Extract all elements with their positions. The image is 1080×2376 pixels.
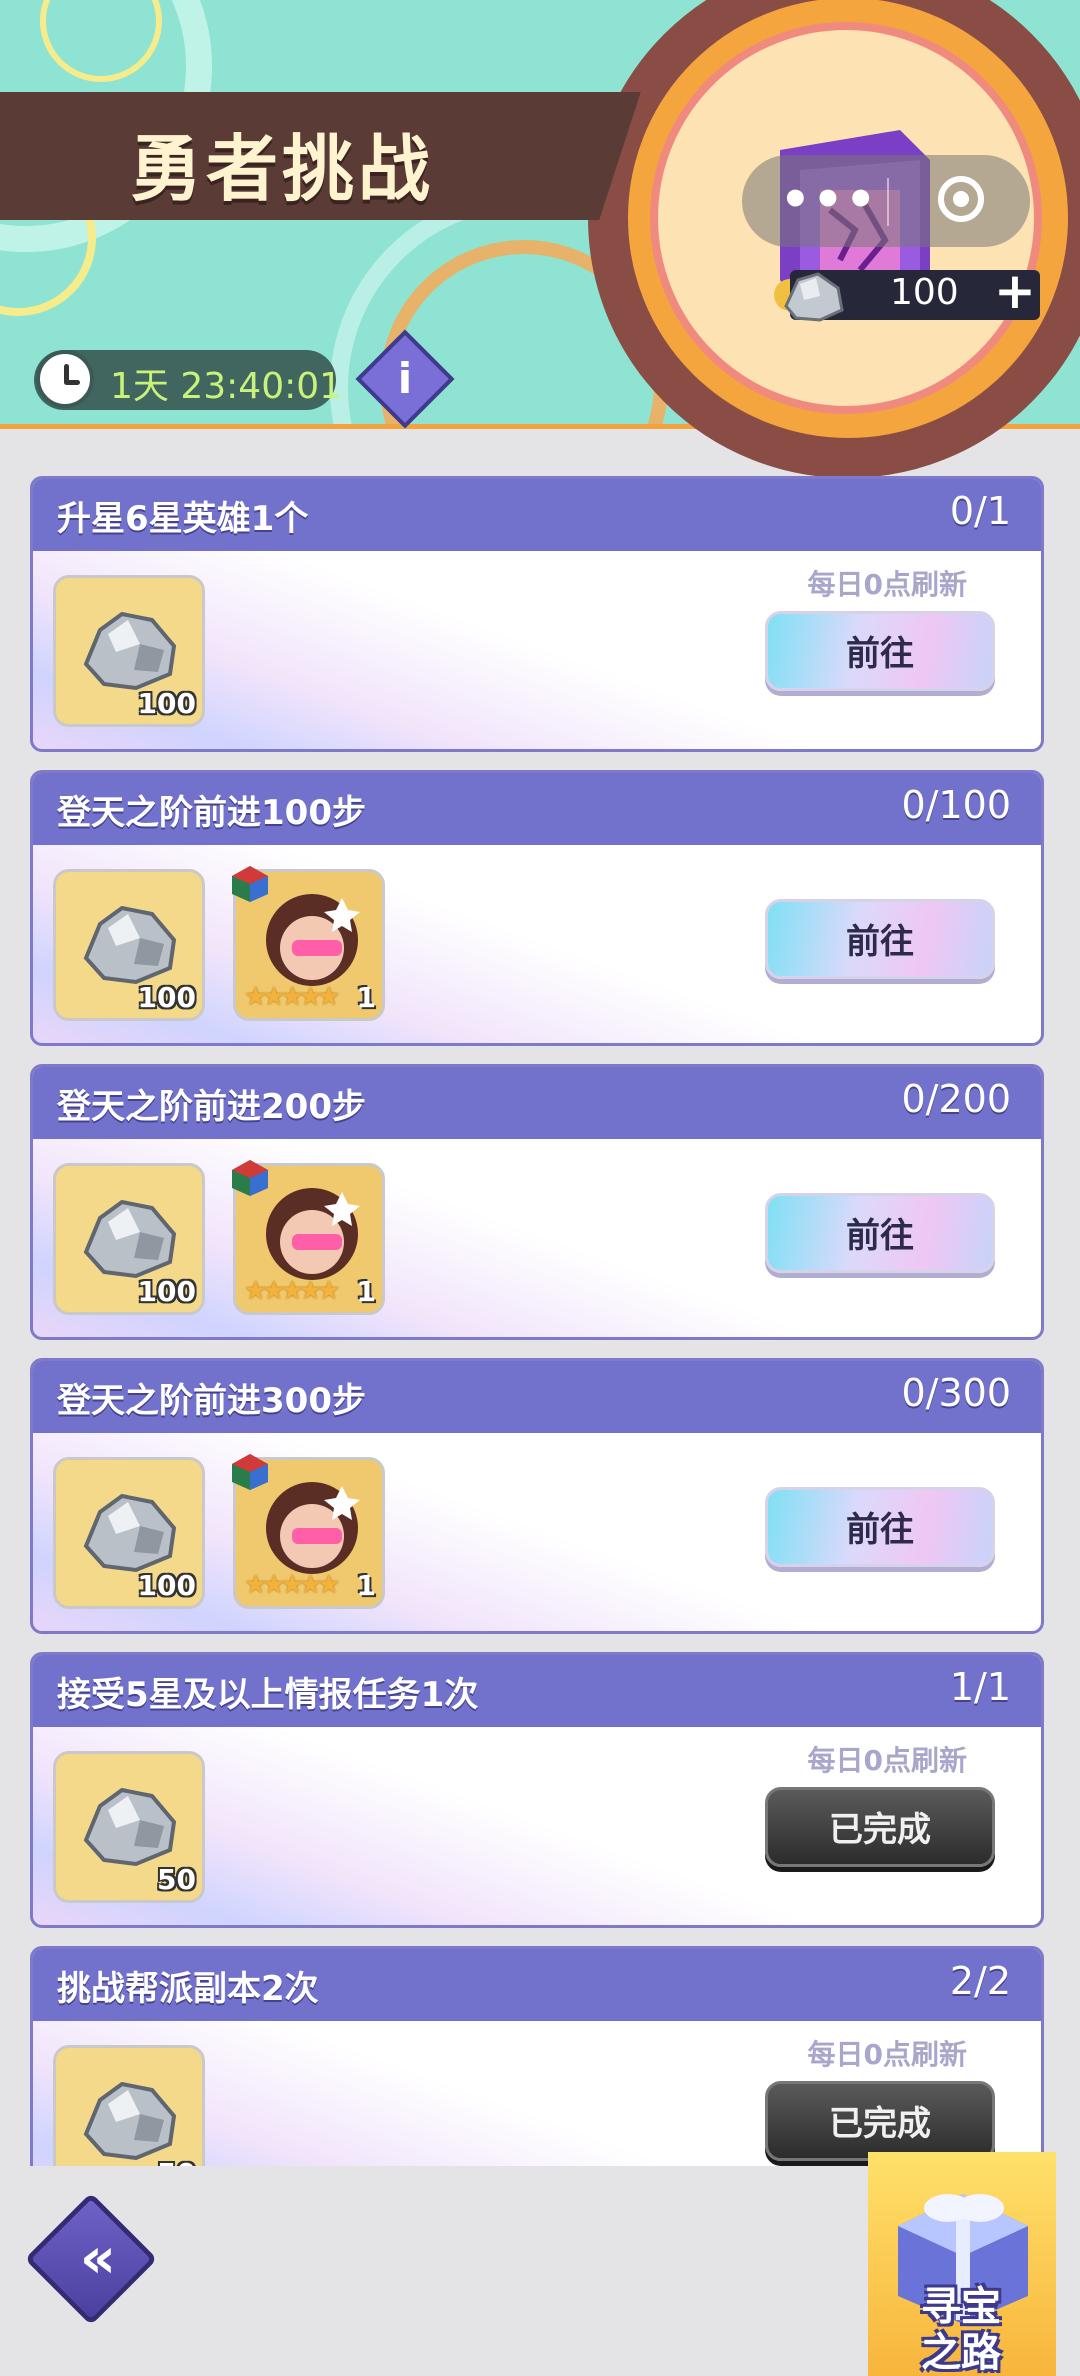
reward-quantity: 50: [157, 2157, 196, 2166]
task-card: 升星6星英雄1个 0/1 100 每日0点刷新 前往: [30, 476, 1044, 752]
task-progress: 0/300: [901, 1371, 1011, 1415]
countdown-text: 1天 23:40:01: [110, 366, 343, 407]
task-title: 登天之阶前进200步: [57, 1087, 366, 1127]
page-title: 勇者挑战: [130, 127, 435, 211]
task-title: 接受5星及以上情报任务1次: [57, 1675, 479, 1715]
task-header: 登天之阶前进300步 0/300: [33, 1361, 1041, 1433]
task-title: 登天之阶前进300步: [57, 1381, 366, 1421]
completed-button[interactable]: 已完成: [765, 1787, 995, 1867]
reward-quantity: 1: [356, 1569, 376, 1602]
reward-item-ore[interactable]: 50: [53, 2045, 205, 2166]
task-progress: 0/200: [901, 1077, 1011, 1121]
go-button[interactable]: 前往: [765, 899, 995, 979]
completed-button[interactable]: 已完成: [765, 2081, 995, 2161]
add-currency-button[interactable]: +: [994, 262, 1036, 320]
double-chevron-left-icon[interactable]: «: [44, 2212, 138, 2306]
reward-item-ore[interactable]: 100: [53, 869, 205, 1021]
reward-item-hero[interactable]: ★★★★★ 1: [232, 866, 385, 1021]
silver-ore-icon: [83, 2081, 177, 2161]
reward-quantity: 1: [356, 1275, 376, 1308]
silver-ore-icon: [83, 611, 177, 691]
silver-ore-icon: [83, 1787, 177, 1867]
reward-quantity: 100: [137, 1569, 196, 1602]
silver-ore-icon: [83, 1493, 177, 1573]
element-gem-icon: [232, 1160, 268, 1196]
reward-item-hero[interactable]: ★★★★★ 1: [232, 1454, 385, 1609]
task-title: 升星6星英雄1个: [57, 499, 309, 539]
more-menu-icon[interactable]: •••: [780, 172, 878, 228]
task-list[interactable]: 升星6星英雄1个 0/1 100 每日0点刷新 前往 登天之阶前进100步 0/…: [0, 429, 1080, 2166]
task-title: 登天之阶前进100步: [57, 793, 366, 833]
info-icon[interactable]: i: [370, 344, 440, 414]
silver-ore-icon: [784, 272, 844, 322]
task-card: 登天之阶前进100步 0/100 100 ★★★★★ 1 前往: [30, 770, 1044, 1046]
treasure-road-label: 寻宝之路: [921, 2284, 1001, 2376]
task-progress: 0/1: [949, 489, 1011, 533]
reward-item-ore[interactable]: 100: [53, 1163, 205, 1315]
task-card: 登天之阶前进300步 0/300 100 ★★★★★ 1 前往: [30, 1358, 1044, 1634]
task-card: 登天之阶前进200步 0/200 100 ★★★★★ 1 前往: [30, 1064, 1044, 1340]
capsule-divider: [887, 178, 889, 226]
reward-item-hero[interactable]: ★★★★★ 1: [232, 1160, 385, 1315]
reward-quantity: 1: [356, 981, 376, 1014]
task-header: 升星6星英雄1个 0/1: [33, 479, 1041, 551]
refresh-note: 每日0点刷新: [807, 2038, 967, 2071]
task-card: 挑战帮派副本2次 2/2 50 每日0点刷新 已完成: [30, 1946, 1044, 2166]
element-gem-icon: [232, 866, 268, 902]
element-gem-icon: [232, 1454, 268, 1490]
task-card: 接受5星及以上情报任务1次 1/1 50 每日0点刷新 已完成: [30, 1652, 1044, 1928]
reward-quantity: 100: [137, 981, 196, 1014]
clock-icon: [36, 350, 94, 408]
reward-quantity: 100: [137, 1275, 196, 1308]
reward-item-ore[interactable]: 100: [53, 1457, 205, 1609]
go-button[interactable]: 前往: [765, 611, 995, 691]
reward-item-ore[interactable]: 100: [53, 575, 205, 727]
go-button[interactable]: 前往: [765, 1487, 995, 1567]
refresh-note: 每日0点刷新: [807, 1744, 967, 1777]
hero-stars: ★★★★★: [244, 1570, 341, 1600]
task-progress: 2/2: [949, 1959, 1011, 2003]
refresh-note: 每日0点刷新: [807, 568, 967, 601]
reward-quantity: 50: [157, 1863, 196, 1896]
silver-ore-icon: [83, 1199, 177, 1279]
hero-stars: ★★★★★: [244, 982, 341, 1012]
task-title: 挑战帮派副本2次: [57, 1969, 319, 2009]
task-header: 挑战帮派副本2次 2/2: [33, 1949, 1041, 2021]
hero-stars: ★★★★★: [244, 1276, 341, 1306]
task-header: 登天之阶前进200步 0/200: [33, 1067, 1041, 1139]
task-header: 接受5星及以上情报任务1次 1/1: [33, 1655, 1041, 1727]
task-progress: 1/1: [949, 1665, 1011, 1709]
task-header: 登天之阶前进100步 0/100: [33, 773, 1041, 845]
go-button[interactable]: 前往: [765, 1193, 995, 1273]
reward-item-ore[interactable]: 50: [53, 1751, 205, 1903]
task-progress: 0/100: [901, 783, 1011, 827]
reward-quantity: 100: [137, 687, 196, 720]
currency-value: 100: [890, 272, 959, 313]
close-target-icon[interactable]: [938, 176, 984, 222]
silver-ore-icon: [83, 905, 177, 985]
